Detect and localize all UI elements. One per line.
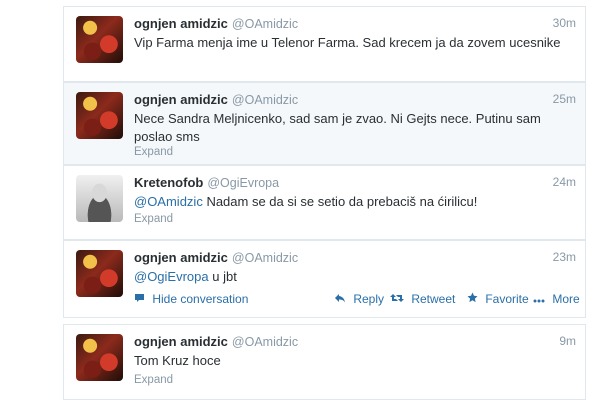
tweet-text: @OAmidzic Nadam se da si se setio da pre… bbox=[134, 193, 564, 211]
tweet-time[interactable]: 24m bbox=[553, 175, 576, 189]
reply-label: Reply bbox=[353, 292, 385, 306]
tweet-time[interactable]: 30m bbox=[553, 16, 576, 30]
author-name[interactable]: ognjen amidzic bbox=[134, 334, 228, 349]
user-avatar[interactable] bbox=[76, 92, 123, 139]
tweet-4[interactable]: ognjen amidzic @OAmidzic 23m @OgiEvropa u… bbox=[63, 240, 586, 318]
expand-link[interactable]: Expand bbox=[134, 213, 173, 225]
tweet-5[interactable]: ognjen amidzic @OAmidzic 9m Tom Kruz hoce… bbox=[63, 324, 586, 400]
speech-bubble-icon bbox=[134, 292, 148, 306]
star-icon bbox=[467, 292, 481, 306]
author-handle[interactable]: @OAmidzic bbox=[232, 251, 298, 265]
tweet-2[interactable]: ognjen amidzic @OAmidzic 25m Nece Sandra … bbox=[63, 82, 586, 165]
mention-link[interactable]: @OgiEvropa bbox=[134, 269, 209, 284]
tweet-body: Nadam se da si se setio da prebaciš na ć… bbox=[202, 194, 478, 209]
author-name[interactable]: ognjen amidzic bbox=[134, 92, 228, 107]
tweet-text: @OgiEvropa u jbt bbox=[134, 268, 564, 286]
user-avatar[interactable] bbox=[76, 334, 123, 381]
tweet-text: Tom Kruz hoce bbox=[134, 353, 221, 368]
author-handle[interactable]: @OAmidzic bbox=[232, 17, 298, 31]
tweet-author[interactable]: Kretenofob @OgiEvropa bbox=[134, 175, 279, 190]
author-handle[interactable]: @OAmidzic bbox=[232, 93, 298, 107]
expand-link[interactable]: Expand bbox=[134, 146, 173, 158]
hide-conversation-link[interactable]: Hide conversation bbox=[134, 292, 248, 306]
tweet-time[interactable]: 25m bbox=[553, 92, 576, 106]
user-avatar[interactable] bbox=[76, 250, 123, 297]
reply-arrow-icon bbox=[334, 292, 349, 306]
author-name[interactable]: Kretenofob bbox=[134, 175, 203, 190]
tweet-author[interactable]: ognjen amidzic @OAmidzic bbox=[134, 16, 298, 31]
user-avatar[interactable] bbox=[76, 16, 123, 63]
more-dots-icon bbox=[533, 292, 548, 306]
more-label: More bbox=[552, 292, 580, 306]
user-avatar[interactable] bbox=[76, 175, 123, 222]
author-handle[interactable]: @OAmidzic bbox=[232, 335, 298, 349]
tweet-text: Nece Sandra Meljnicenko, sad sam je zvao… bbox=[134, 111, 541, 144]
tweet-text: Vip Farma menja ime u Telenor Farma. Sad… bbox=[134, 35, 561, 50]
tweet-time[interactable]: 23m bbox=[553, 250, 576, 264]
tweet-author[interactable]: ognjen amidzic @OAmidzic bbox=[134, 92, 298, 107]
retweet-label: Retweet bbox=[411, 292, 456, 306]
author-name[interactable]: ognjen amidzic bbox=[134, 250, 228, 265]
retweet-button[interactable]: Retweet bbox=[390, 292, 455, 306]
retweet-icon bbox=[390, 292, 407, 306]
hide-conversation-label: Hide conversation bbox=[152, 292, 249, 306]
tweet-1[interactable]: ognjen amidzic @OAmidzic 30m Vip Farma me… bbox=[63, 6, 586, 82]
mention-link[interactable]: @OAmidzic bbox=[134, 194, 203, 209]
more-button[interactable]: More bbox=[533, 292, 580, 306]
tweet-author[interactable]: ognjen amidzic @OAmidzic bbox=[134, 334, 298, 349]
tweet-3[interactable]: Kretenofob @OgiEvropa 24m @OAmidzic Nadam… bbox=[63, 165, 586, 240]
favorite-label: Favorite bbox=[485, 292, 529, 306]
tweet-time[interactable]: 9m bbox=[559, 334, 576, 348]
favorite-button[interactable]: Favorite bbox=[467, 292, 529, 306]
tweet-body: u jbt bbox=[208, 269, 237, 284]
reply-button[interactable]: Reply bbox=[334, 292, 384, 306]
expand-link[interactable]: Expand bbox=[134, 374, 173, 386]
tweet-author[interactable]: ognjen amidzic @OAmidzic bbox=[134, 250, 298, 265]
author-handle[interactable]: @OgiEvropa bbox=[207, 176, 279, 190]
author-name[interactable]: ognjen amidzic bbox=[134, 16, 228, 31]
